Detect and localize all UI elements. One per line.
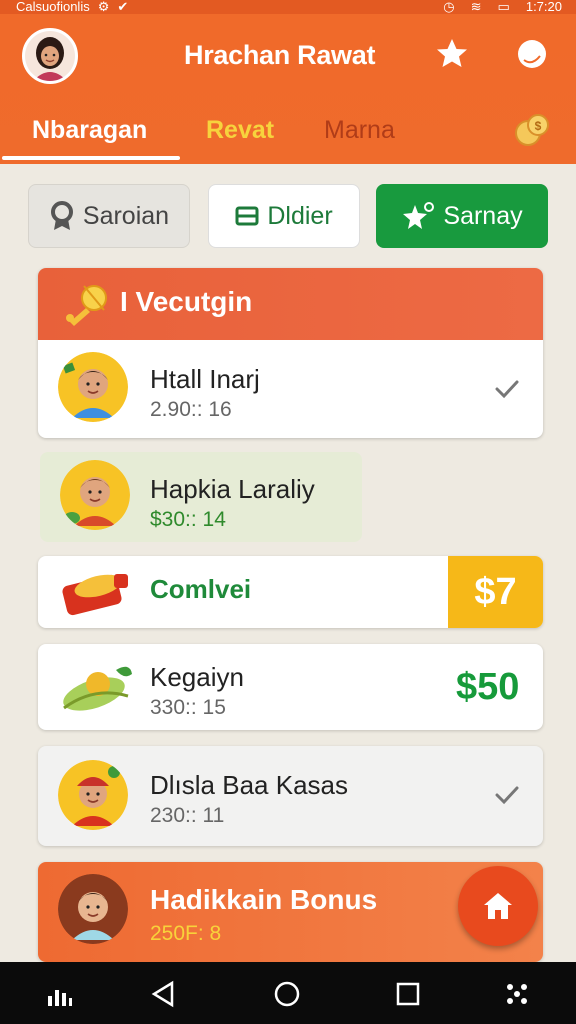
amount-badge: $7 [448,556,543,628]
status-time: 1:7:20 [525,0,562,14]
boy-avatar-icon [58,352,128,422]
ranking-section: I Vecutgin Htall Inarj 2.90:: 16 [38,268,543,438]
coins-icon: $ [515,114,549,146]
home-fab-button[interactable] [458,866,538,946]
item-name: Dlısla Baa Kasas [150,770,348,800]
checkmark-icon [495,380,519,399]
app-header: Hrachan Rawat Nbaragan Revat Marna $ [0,14,576,164]
filter-bar: Saroian Dldier Sarnay [0,184,576,248]
item-score: 230:: 11 [150,804,225,827]
woman-avatar-icon [25,31,75,81]
sparkle-icon [403,202,435,229]
recents-icon[interactable] [394,980,422,1008]
app-title: Hrachan Rawat [184,40,376,70]
item-name: Comlvei [150,574,252,604]
favorite-button[interactable] [434,36,470,72]
boy-avatar-icon [58,874,128,944]
item-name: Kegaiyn [150,662,244,692]
filter-saroian[interactable]: Saroian [28,184,190,248]
item-score: 250F: 8 [150,922,222,945]
filter-sarnay[interactable]: Sarnay [376,184,548,248]
item-amount: $50 [456,666,520,708]
item-score: 330:: 15 [150,696,226,719]
grid-dots-icon[interactable] [503,980,531,1008]
tab-revat[interactable]: Revat [206,116,274,145]
filter-dldier[interactable]: Dldier [208,184,360,248]
system-nav-bar [0,962,576,1024]
list-item-hapkia[interactable]: Hapkia Laraliy $30:: 14 [40,452,362,542]
item-amount: $7 [474,570,517,613]
list-item-dlisla[interactable]: Dlısla Baa Kasas 230:: 11 [38,746,543,846]
badge-icon [50,201,73,230]
trophy-icon [66,285,107,326]
status-bar: Calsuofionlis ⚙ ✔ ◷ ≋ ▭ 1:7:20 [0,0,576,14]
home-circle-icon[interactable] [273,980,301,1008]
wifi-icon: ≋ [470,0,482,14]
list-item-comlvei[interactable]: Comlvei $7 [38,556,543,628]
check-icon: ✔ [117,0,129,14]
checkmark-icon [495,786,519,805]
item-score: $30:: 14 [150,508,226,531]
ticket-icon [62,574,128,616]
filter-label: Sarnay [443,201,523,230]
tab-marna[interactable]: Marna [324,116,395,145]
list-item-htall[interactable]: Htall Inarj 2.90:: 16 [38,340,543,438]
svg-text:$: $ [535,119,542,133]
active-tab-indicator [2,156,180,160]
star-icon [437,39,467,67]
coins-button[interactable]: $ [512,112,552,148]
item-name: Htall Inarj [150,364,260,394]
profile-avatar[interactable] [22,28,78,84]
item-name: Hadikkain Bonus [150,884,378,915]
chat-button[interactable] [514,36,550,72]
list-item-kegaiyn[interactable]: Kegaiyn 330:: 15 $50 [38,644,543,730]
boy-avatar-icon [60,460,130,530]
alarm-icon: ◷ [443,0,455,14]
settings-icon: ⚙ [97,0,110,14]
home-icon [484,893,512,919]
status-carrier: Calsuofionlis [16,0,90,14]
fruit-icon [63,666,132,711]
tab-nbaragan[interactable]: Nbaragan [32,116,147,145]
list-item-bonus[interactable]: Hadikkain Bonus 250F: 8 [38,862,543,962]
filter-label: Dldier [267,201,333,230]
signal-bars-icon[interactable] [46,980,74,1008]
tab-bar: Nbaragan Revat Marna $ [0,110,576,164]
wallet-icon [235,206,259,226]
boy-avatar-icon [58,760,128,830]
section-header: I Vecutgin [38,268,543,340]
item-score: 2.90:: 16 [150,398,232,421]
item-name: Hapkia Laraliy [150,474,315,504]
chat-bubble-icon [518,40,546,68]
section-title: I Vecutgin [120,286,253,317]
battery-icon: ▭ [497,0,510,14]
filter-label: Saroian [82,201,170,230]
back-icon[interactable] [150,980,178,1008]
